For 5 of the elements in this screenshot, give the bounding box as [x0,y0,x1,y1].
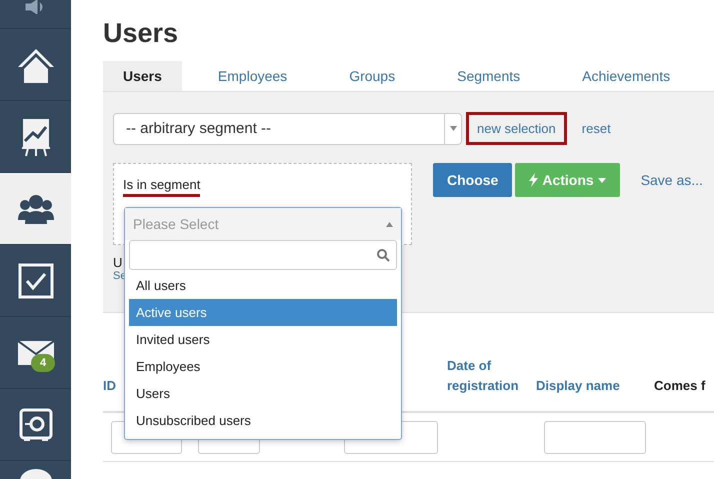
condition-label: Is in segment [123,177,200,197]
page-title: Users [103,18,180,49]
column-header: Comes f [654,376,706,394]
count-badge: 4 [31,354,56,372]
label-text: U [113,255,124,270]
